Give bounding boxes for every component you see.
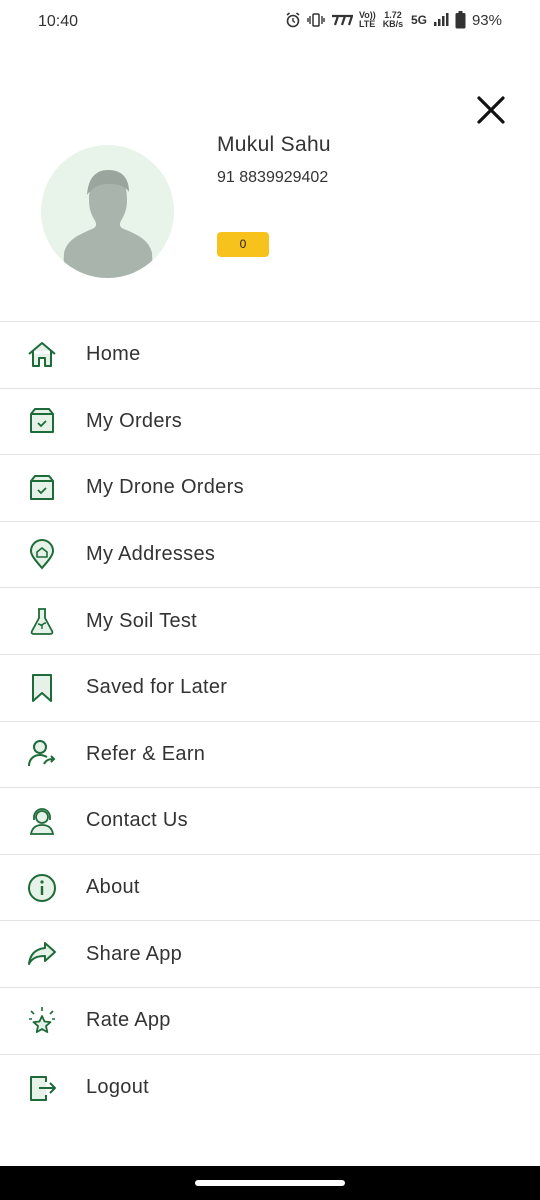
user-silhouette-icon bbox=[63, 170, 153, 278]
support-agent-icon bbox=[29, 808, 55, 835]
menu-item-share-app[interactable]: Share App bbox=[0, 921, 540, 988]
menu-item-my-drone-orders[interactable]: My Drone Orders bbox=[0, 455, 540, 522]
user-phone: 91 8839929402 bbox=[217, 169, 329, 186]
menu-item-label: My Soil Test bbox=[86, 609, 198, 632]
user-name: Mukul Sahu bbox=[217, 133, 331, 156]
menu-item-contact-us[interactable]: Contact Us bbox=[0, 788, 540, 855]
menu-item-rate-app[interactable]: Rate App bbox=[0, 988, 540, 1055]
menu-item-home[interactable]: Home bbox=[0, 322, 540, 389]
menu-item-label: Refer & Earn bbox=[86, 742, 206, 765]
location-pin-icon bbox=[29, 538, 55, 570]
drone-order-box-icon bbox=[30, 474, 54, 500]
system-nav-bar bbox=[0, 1166, 540, 1200]
carrier-logo-icon bbox=[331, 14, 353, 26]
menu-item-label: Rate App bbox=[86, 1009, 171, 1032]
info-icon bbox=[28, 873, 56, 902]
flask-icon bbox=[30, 608, 54, 636]
close-icon bbox=[477, 96, 505, 124]
menu-item-my-orders[interactable]: My Orders bbox=[0, 389, 540, 456]
close-button[interactable] bbox=[474, 93, 508, 127]
menu-item-label: Logout bbox=[86, 1076, 149, 1099]
menu-item-label: My Orders bbox=[86, 409, 183, 432]
menu-item-label: Contact Us bbox=[86, 809, 188, 832]
menu-item-label: Share App bbox=[86, 942, 183, 965]
avatar[interactable] bbox=[41, 145, 174, 278]
alarm-icon bbox=[286, 12, 300, 28]
network-speed: 1.72 KB/s bbox=[382, 10, 404, 29]
network-type: 5G bbox=[410, 13, 427, 27]
points-badge[interactable]: 0 bbox=[217, 232, 269, 257]
menu-item-label: About bbox=[86, 876, 140, 899]
battery-percent: 93% bbox=[471, 11, 502, 29]
menu-item-logout[interactable]: Logout bbox=[0, 1055, 540, 1122]
menu-item-saved-for-later[interactable]: Saved for Later bbox=[0, 655, 540, 722]
menu-item-label: My Addresses bbox=[86, 543, 216, 566]
vibrate-icon bbox=[307, 13, 325, 27]
refer-user-icon bbox=[28, 740, 56, 767]
home-indicator[interactable] bbox=[195, 1180, 345, 1186]
status-bar: 10:40 Vo)) LTE 1.72 KB/s 5G 93% bbox=[0, 0, 540, 46]
bookmark-icon bbox=[32, 673, 52, 702]
share-arrow-icon bbox=[28, 942, 56, 966]
logout-icon bbox=[30, 1075, 56, 1101]
battery-icon bbox=[455, 11, 466, 29]
menu-item-my-soil-test[interactable]: My Soil Test bbox=[0, 588, 540, 655]
menu-item-label: Home bbox=[86, 343, 141, 366]
order-box-icon bbox=[30, 408, 54, 434]
signal-icon bbox=[433, 13, 449, 26]
star-icon bbox=[29, 1006, 55, 1033]
menu-item-refer-earn[interactable]: Refer & Earn bbox=[0, 722, 540, 789]
volte-indicator: Vo)) LTE bbox=[358, 10, 376, 29]
menu-item-about[interactable]: About bbox=[0, 855, 540, 922]
menu-item-my-addresses[interactable]: My Addresses bbox=[0, 522, 540, 589]
drawer-menu: Home My Orders My Drone Orders My Addres… bbox=[0, 321, 540, 1121]
status-time: 10:40 bbox=[38, 13, 79, 30]
status-icons: Vo)) LTE 1.72 KB/s 5G 93% bbox=[285, 11, 502, 29]
menu-item-label: Saved for Later bbox=[86, 676, 228, 699]
home-icon bbox=[28, 341, 56, 367]
menu-item-label: My Drone Orders bbox=[86, 476, 244, 499]
